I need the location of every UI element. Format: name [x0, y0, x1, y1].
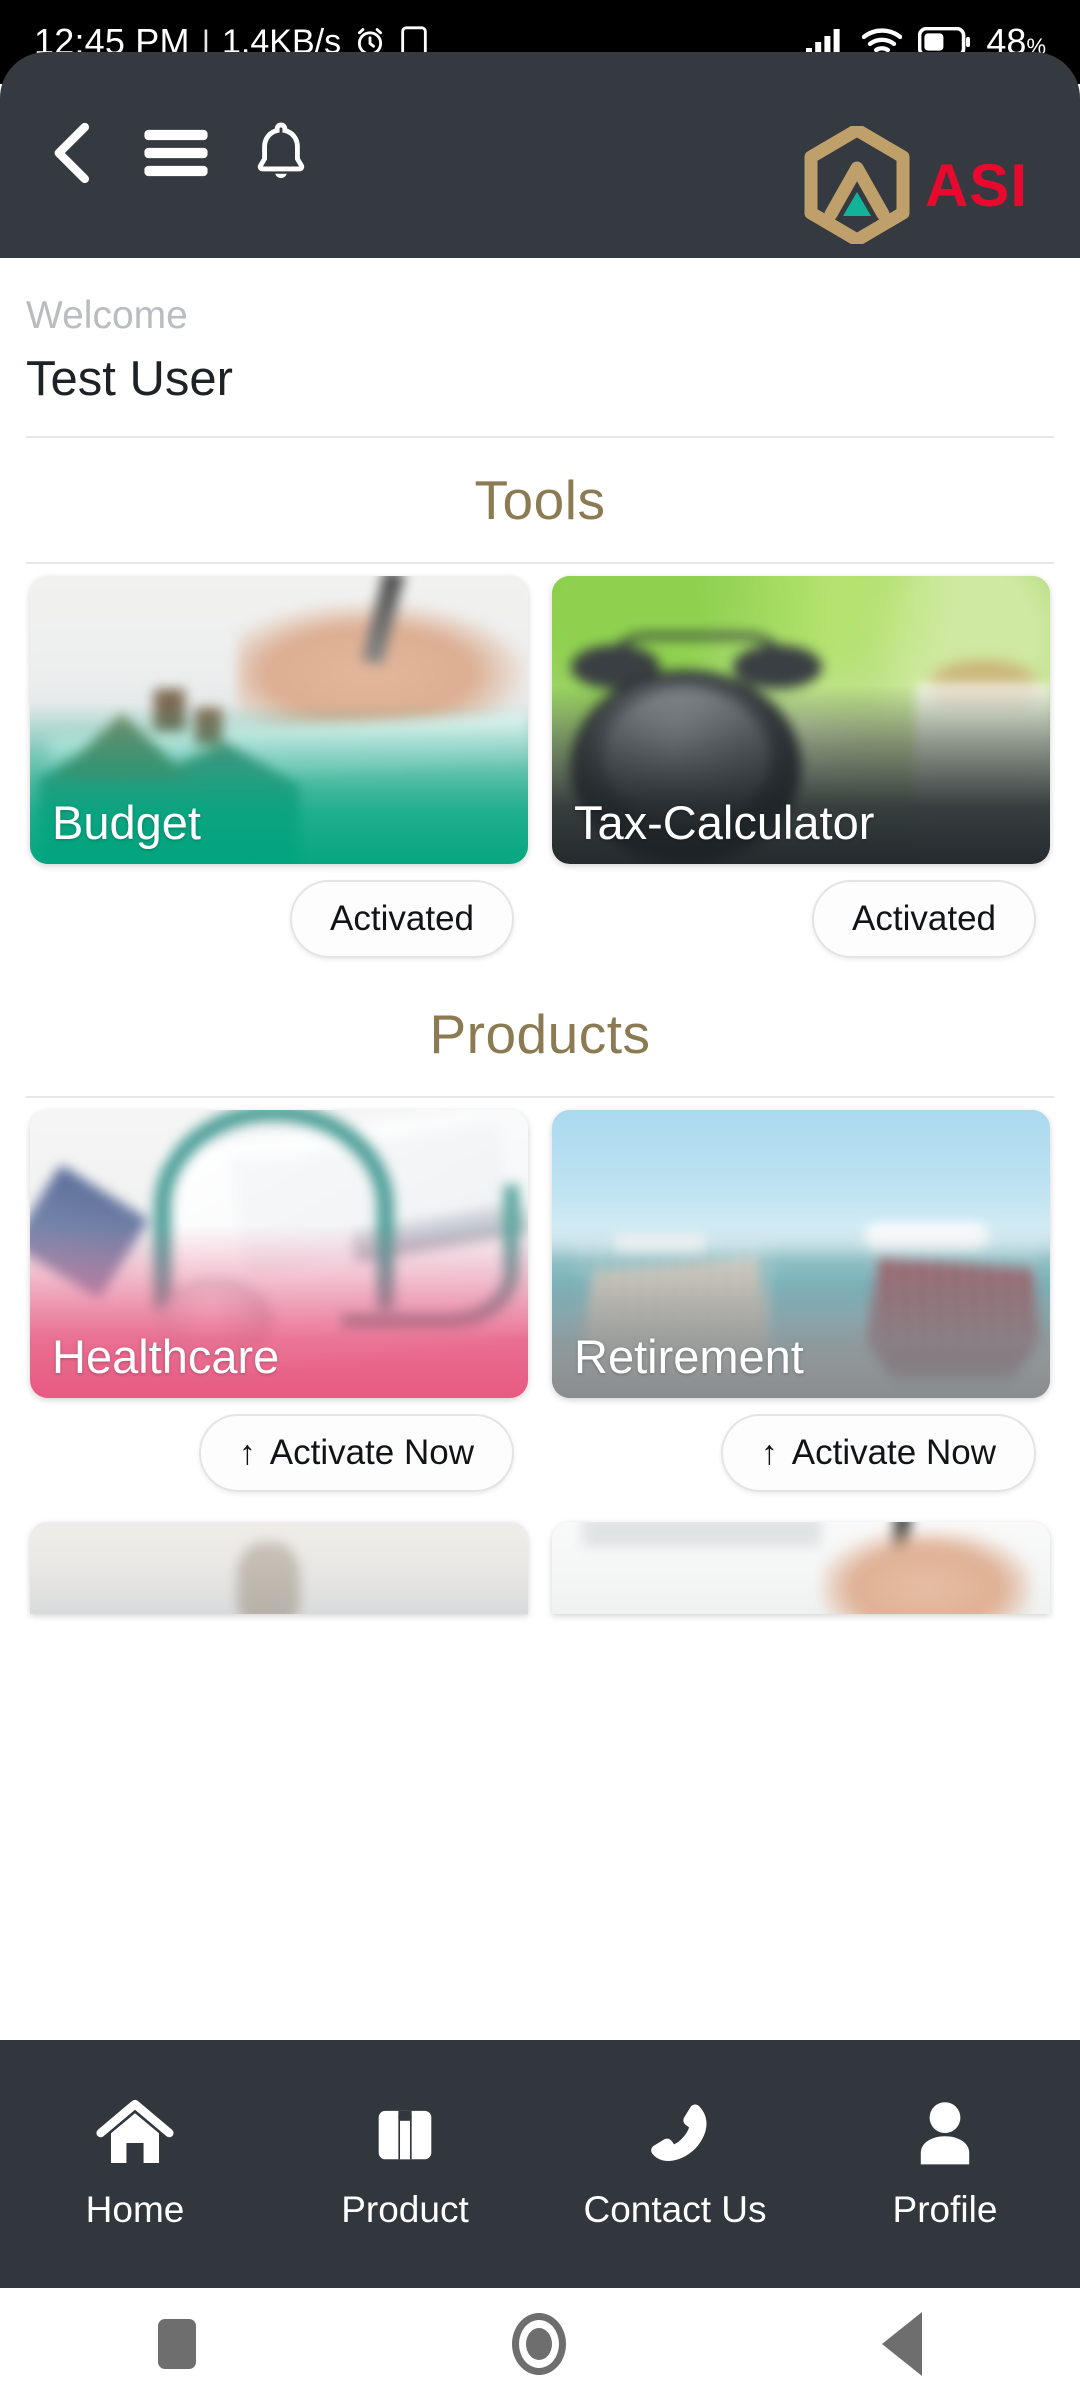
up-arrow-icon: ↑: [238, 1434, 256, 1472]
partial-card-grid: [0, 1492, 1080, 1614]
product-card-healthcare[interactable]: Healthcare: [30, 1110, 528, 1398]
retirement-activate-now-button[interactable]: ↑ Activate Now: [720, 1414, 1036, 1492]
product-card-retirement[interactable]: Retirement: [552, 1110, 1050, 1398]
tool-cell-tax-calculator: Tax-Calculator Activated: [540, 564, 1062, 958]
nav-label-profile: Profile: [892, 2189, 998, 2230]
budget-action-row: Activated: [30, 864, 528, 958]
main-content: Welcome Test User Tools Budget Activated…: [0, 258, 1080, 2040]
products-card-grid: Healthcare ↑ Activate Now Retirement ↑ A…: [0, 1098, 1080, 1492]
section-title-products: Products: [429, 1003, 651, 1065]
product-cell-healthcare: Healthcare ↑ Activate Now: [18, 1098, 540, 1492]
nav-item-product[interactable]: Product: [270, 2097, 540, 2231]
partial-card-left[interactable]: [30, 1522, 528, 1614]
home-icon: [95, 2097, 175, 2169]
welcome-label: Welcome: [26, 294, 188, 337]
retirement-activate-now-label: Activate Now: [791, 1433, 996, 1472]
nav-label-product: Product: [341, 2189, 469, 2230]
up-arrow-icon: ↑: [760, 1434, 778, 1472]
tool-card-budget[interactable]: Budget: [30, 576, 528, 864]
partial-left-image: [30, 1522, 528, 1614]
healthcare-activate-now-button[interactable]: ↑ Activate Now: [198, 1414, 514, 1492]
section-title-tools: Tools: [474, 469, 606, 531]
back-chevron-icon[interactable]: [46, 120, 100, 191]
app-screen: 12:45 PM | 1.4KB/s 48% ASI Welcome Test …: [0, 0, 1080, 2400]
home-circle-icon[interactable]: [512, 2313, 566, 2375]
nav-label-home: Home: [85, 2189, 185, 2230]
partial-card-right[interactable]: [552, 1522, 1050, 1614]
product-card-label-retirement: Retirement: [574, 1330, 804, 1383]
user-name: Test User: [26, 351, 233, 406]
android-system-nav: [0, 2288, 1080, 2400]
asi-hexagon-logo-icon: [803, 123, 911, 247]
section-header-products: Products: [0, 958, 1080, 1096]
healthcare-activate-now-label: Activate Now: [269, 1433, 474, 1472]
briefcase-icon: [369, 2097, 441, 2169]
retirement-action-row: ↑ Activate Now: [552, 1398, 1050, 1492]
brand-name: ASI: [924, 151, 1028, 219]
tax-calculator-action-row: Activated: [552, 864, 1050, 958]
budget-activated-label: Activated: [330, 899, 474, 938]
tools-card-grid: Budget Activated Tax-Calculator Activate…: [0, 564, 1080, 958]
back-triangle-icon[interactable]: [882, 2312, 922, 2376]
nav-label-contact-us: Contact Us: [583, 2189, 767, 2230]
tool-card-label-tax-calculator: Tax-Calculator: [574, 796, 875, 849]
app-bar-actions: [46, 119, 310, 192]
nav-item-contact-us[interactable]: Contact Us: [540, 2097, 810, 2231]
budget-activated-button[interactable]: Activated: [290, 880, 514, 958]
bell-icon[interactable]: [252, 119, 310, 192]
partial-cell-right: [540, 1510, 1062, 1614]
tool-card-tax-calculator[interactable]: Tax-Calculator: [552, 576, 1050, 864]
recents-square-icon[interactable]: [158, 2319, 196, 2369]
partial-cell-left: [18, 1510, 540, 1614]
healthcare-action-row: ↑ Activate Now: [30, 1398, 528, 1492]
product-cell-retirement: Retirement ↑ Activate Now: [540, 1098, 1062, 1492]
bottom-navigation-bar: Home Product Contact Us Profile: [0, 2040, 1080, 2288]
tool-card-label-budget: Budget: [52, 796, 201, 849]
person-icon: [912, 2097, 978, 2169]
hamburger-menu-icon[interactable]: [142, 125, 210, 186]
product-card-label-healthcare: Healthcare: [52, 1330, 280, 1383]
app-bar: ASI: [0, 52, 1080, 258]
section-header-tools: Tools: [0, 438, 1080, 562]
partial-right-image: [552, 1522, 1050, 1614]
welcome-block: Welcome Test User: [0, 258, 1080, 410]
nav-item-profile[interactable]: Profile: [810, 2097, 1080, 2231]
brand-logo: ASI: [803, 123, 1028, 247]
nav-item-home[interactable]: Home: [0, 2097, 270, 2231]
phone-icon: [639, 2097, 711, 2169]
tool-cell-budget: Budget Activated: [18, 564, 540, 958]
tax-calculator-activated-label: Activated: [852, 899, 996, 938]
tax-calculator-activated-button[interactable]: Activated: [812, 880, 1036, 958]
